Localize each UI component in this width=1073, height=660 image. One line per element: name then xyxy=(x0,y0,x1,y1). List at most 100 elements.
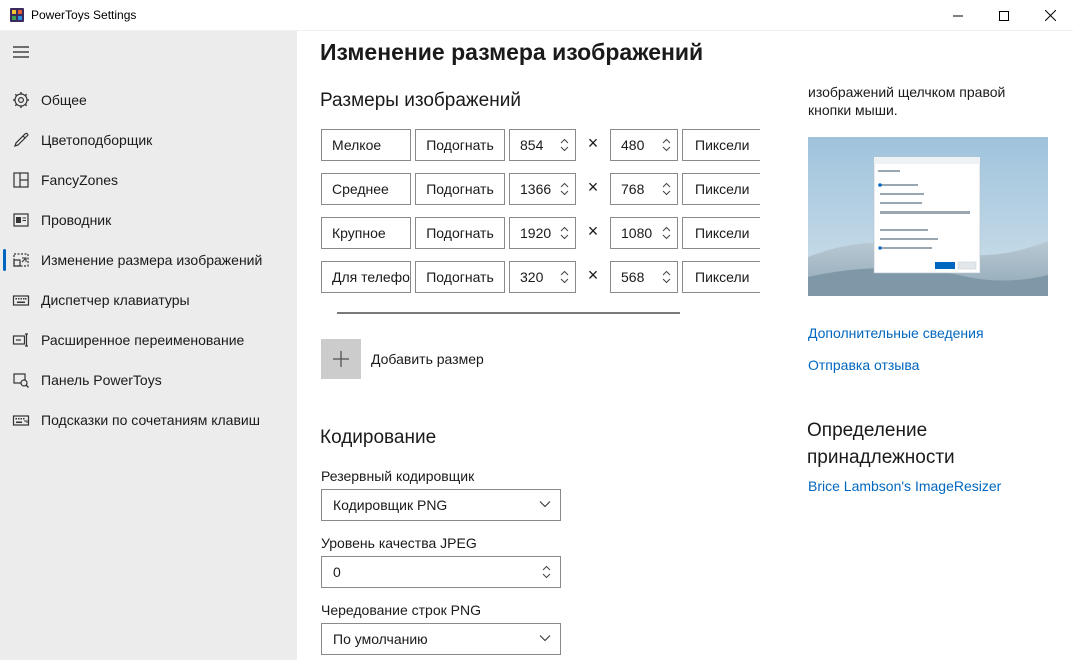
sidebar-item-label: Расширенное переименование xyxy=(41,332,245,348)
sidebar-item-image-resizer[interactable]: Изменение размера изображений xyxy=(0,240,297,280)
spinner-icon[interactable] xyxy=(560,270,569,284)
explorer-icon xyxy=(13,213,29,227)
feedback-link[interactable]: Отправка отзыва xyxy=(808,357,919,373)
sidebar-item-label: Общее xyxy=(41,92,87,108)
size-unit-select[interactable]: Пиксели xyxy=(682,173,760,205)
spinner-icon[interactable] xyxy=(560,138,569,152)
size-fit-select[interactable]: Подогнать xyxy=(415,129,505,161)
chevron-down-icon xyxy=(539,635,551,642)
active-indicator xyxy=(3,249,6,271)
size-height-input[interactable]: 768 xyxy=(610,173,678,205)
size-width-value: 1366 xyxy=(520,181,552,197)
png-interlace-value: По умолчанию xyxy=(333,631,428,647)
sidebar-item-label: Диспетчер клавиатуры xyxy=(41,292,190,308)
size-name-input[interactable]: Мелкое xyxy=(321,129,411,161)
times-sign: × xyxy=(587,221,599,241)
run-icon xyxy=(13,373,29,388)
close-button[interactable] xyxy=(1027,0,1073,31)
sidebar-item-powertoys-run[interactable]: Панель PowerToys xyxy=(0,360,297,400)
learn-more-link[interactable]: Дополнительные сведения xyxy=(808,325,984,341)
maximize-icon xyxy=(999,10,1009,21)
jpeg-quality-label: Уровень качества JPEG xyxy=(321,535,477,551)
size-height-value: 480 xyxy=(621,137,645,153)
sidebar-item-label: Изменение размера изображений xyxy=(41,252,263,268)
shortcut-guide-icon xyxy=(12,415,30,426)
size-fit-select[interactable]: Подогнать xyxy=(415,217,505,249)
attribution-heading: Определение принадлежности xyxy=(807,420,955,468)
png-interlace-select[interactable]: По умолчанию xyxy=(321,623,561,655)
window-title: PowerToys Settings xyxy=(31,8,137,22)
size-unit-select[interactable]: Пиксели xyxy=(682,261,760,293)
encoding-heading: Кодирование xyxy=(320,427,437,448)
size-width-input[interactable]: 1920 xyxy=(509,217,576,249)
image-resizer-preview-image xyxy=(808,137,1048,296)
page-title: Изменение размера изображений xyxy=(320,39,704,65)
sidebar-item-label: Цветоподборщик xyxy=(41,132,153,148)
png-interlace-label: Чередование строк PNG xyxy=(321,602,481,618)
rename-icon xyxy=(12,333,28,347)
fallback-encoder-select[interactable]: Кодировщик PNG xyxy=(321,489,561,521)
jpeg-quality-value: 0 xyxy=(333,564,341,580)
add-size-button[interactable] xyxy=(321,339,361,379)
sidebar-item-general[interactable]: Общее xyxy=(0,80,297,120)
keyboard-icon xyxy=(12,295,30,306)
spinner-icon[interactable] xyxy=(662,182,671,196)
module-description: изображений щелчком правой кнопки мыши. xyxy=(808,84,1006,118)
hamburger-menu-icon[interactable] xyxy=(12,45,30,59)
times-sign: × xyxy=(587,177,599,197)
size-height-input[interactable]: 1080 xyxy=(610,217,678,249)
size-unit-select[interactable]: Пиксели xyxy=(682,129,760,161)
maximize-button[interactable] xyxy=(981,0,1027,31)
main-content: Изменение размера изображений Размеры из… xyxy=(297,31,1073,660)
spinner-icon[interactable] xyxy=(662,226,671,240)
spinner-icon[interactable] xyxy=(560,226,569,240)
sidebar-item-shortcut-guide[interactable]: Подсказки по сочетаниям клавиш xyxy=(0,400,297,440)
size-height-value: 768 xyxy=(621,181,645,197)
size-width-value: 854 xyxy=(520,137,544,153)
times-sign: × xyxy=(587,265,599,285)
size-unit-select[interactable]: Пиксели xyxy=(682,217,760,249)
size-fit-select[interactable]: Подогнать xyxy=(415,173,505,205)
close-icon xyxy=(1044,10,1056,21)
size-name-input[interactable]: Крупное xyxy=(321,217,411,249)
sidebar-item-fancyzones[interactable]: FancyZones xyxy=(0,160,297,200)
sidebar-item-power-rename[interactable]: Расширенное переименование xyxy=(0,320,297,360)
image-resize-icon xyxy=(13,253,29,267)
sidebar: Общее Цветоподборщик FancyZones Проводни… xyxy=(0,31,297,660)
size-height-value: 1080 xyxy=(621,225,653,241)
size-width-value: 1920 xyxy=(520,225,552,241)
sidebar-item-label: Подсказки по сочетаниям клавиш xyxy=(41,412,260,428)
sidebar-item-color-picker[interactable]: Цветоподборщик xyxy=(0,120,297,160)
plus-icon xyxy=(333,351,349,367)
sidebar-item-label: FancyZones xyxy=(41,172,119,188)
spinner-icon[interactable] xyxy=(560,182,569,196)
sidebar-item-label: Панель PowerToys xyxy=(41,372,162,388)
minimize-icon xyxy=(953,15,963,16)
times-sign: × xyxy=(587,133,599,153)
attribution-link[interactable]: Brice Lambson's ImageResizer xyxy=(808,478,1001,494)
chevron-down-icon xyxy=(539,501,551,508)
size-width-input[interactable]: 1366 xyxy=(509,173,576,205)
fallback-encoder-label: Резервный кодировщик xyxy=(321,468,475,484)
powertoys-icon xyxy=(10,8,24,22)
sidebar-item-explorer[interactable]: Проводник xyxy=(0,200,297,240)
horizontal-scrollbar[interactable] xyxy=(337,312,680,314)
size-height-value: 568 xyxy=(621,269,645,285)
size-width-input[interactable]: 320 xyxy=(509,261,576,293)
eyedropper-icon xyxy=(14,132,29,147)
add-size-label[interactable]: Добавить размер xyxy=(371,351,484,367)
size-fit-select[interactable]: Подогнать xyxy=(415,261,505,293)
sidebar-item-keyboard-manager[interactable]: Диспетчер клавиатуры xyxy=(0,280,297,320)
size-width-input[interactable]: 854 xyxy=(509,129,576,161)
spinner-icon[interactable] xyxy=(662,138,671,152)
size-height-input[interactable]: 480 xyxy=(610,129,678,161)
sizes-heading: Размеры изображений xyxy=(320,90,521,111)
size-name-input[interactable]: Среднее xyxy=(321,173,411,205)
jpeg-quality-input[interactable]: 0 xyxy=(321,556,561,588)
size-height-input[interactable]: 568 xyxy=(610,261,678,293)
sidebar-item-label: Проводник xyxy=(41,212,112,228)
minimize-button[interactable] xyxy=(935,0,981,31)
size-name-input[interactable]: Для телефо xyxy=(321,261,411,293)
spinner-icon[interactable] xyxy=(662,270,671,284)
spinner-icon[interactable] xyxy=(542,565,551,579)
